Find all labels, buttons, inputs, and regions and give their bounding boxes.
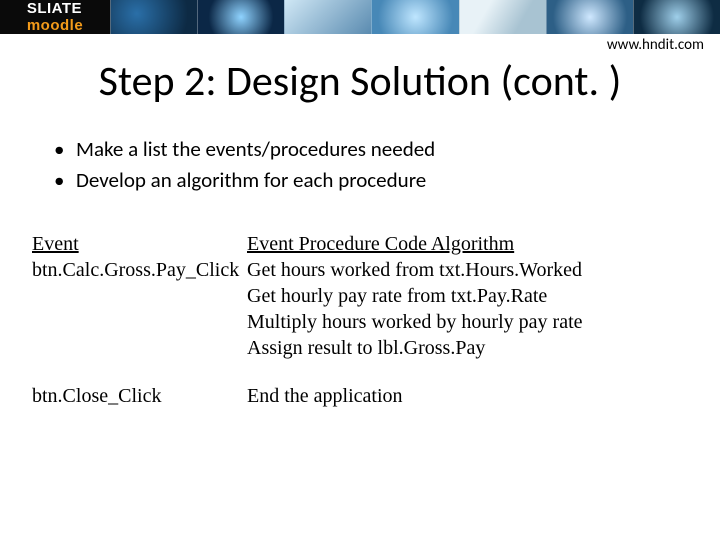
- event-cell: btn.Calc.Gross.Pay_Click: [32, 257, 247, 361]
- url-label: www.hndit.com: [0, 34, 720, 54]
- banner-thumb: [633, 0, 720, 34]
- logo-text-1: SLIATE: [27, 0, 82, 17]
- banner-thumb: [284, 0, 371, 34]
- banner-thumb: [197, 0, 284, 34]
- algo-line: Get hourly pay rate from txt.Pay.Rate: [247, 283, 680, 309]
- top-banner: SLIATE moodle: [0, 0, 720, 34]
- logo: SLIATE moodle: [0, 0, 110, 34]
- algo-line: Get hours worked from txt.Hours.Worked: [247, 257, 680, 283]
- slide-title: Step 2: Design Solution (cont. ): [40, 58, 680, 106]
- table-header-row: Event Event Procedure Code Algorithm: [32, 231, 680, 257]
- banner-thumbnails: [110, 0, 720, 34]
- algo-line: Assign result to lbl.Gross.Pay: [247, 335, 680, 361]
- banner-thumb: [371, 0, 458, 34]
- banner-thumb: [546, 0, 633, 34]
- logo-text-2: moodle: [27, 17, 83, 34]
- col-header-algo: Event Procedure Code Algorithm: [247, 233, 514, 255]
- algo-line: End the application: [247, 383, 680, 409]
- algo-line: Multiply hours worked by hourly pay rate: [247, 309, 680, 335]
- banner-thumb: [459, 0, 546, 34]
- event-cell: btn.Close_Click: [32, 361, 247, 409]
- bullet-list: Make a list the events/procedures needed…: [54, 134, 720, 195]
- event-algorithm-table: Event Event Procedure Code Algorithm btn…: [32, 231, 680, 409]
- algo-cell: Get hours worked from txt.Hours.Worked G…: [247, 257, 680, 361]
- algo-cell: End the application: [247, 361, 680, 409]
- bullet-item: Develop an algorithm for each procedure: [54, 165, 720, 195]
- table-row: btn.Close_Click End the application: [32, 361, 680, 409]
- col-header-event: Event: [32, 233, 79, 255]
- banner-thumb: [110, 0, 197, 34]
- table-row: btn.Calc.Gross.Pay_Click Get hours worke…: [32, 257, 680, 361]
- bullet-item: Make a list the events/procedures needed: [54, 134, 720, 164]
